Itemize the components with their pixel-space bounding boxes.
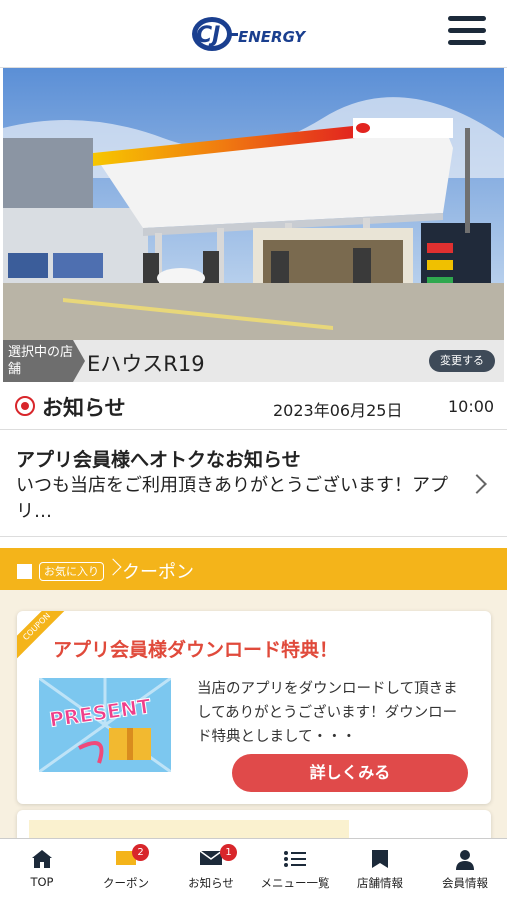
coupon-badge: 2 [132, 844, 149, 861]
store-name: EハウスR19 [87, 352, 205, 376]
tab-store-info[interactable]: 店舗情報 [338, 839, 422, 900]
coupon-description: 当店のアプリをダウンロードして頂きましてありがとうございます！ダウンロード特典と… [197, 681, 458, 745]
hamburger-menu-icon[interactable] [448, 16, 488, 52]
user-icon [456, 850, 474, 870]
present-image: PRESENT [39, 678, 171, 772]
svg-text:CJ: CJ [196, 23, 220, 48]
news-list-item[interactable]: アプリ会員様へオトクなお知らせ いつも当店をご利用頂きありがとうございます！アプ… [0, 431, 507, 537]
tab-member-info-label: 会員情報 [442, 876, 488, 890]
tab-news-label: お知らせ [188, 876, 234, 890]
store-photo [3, 68, 504, 340]
favorite-tag[interactable]: お気に入り [39, 562, 104, 581]
change-store-button[interactable]: 変更する [429, 350, 495, 372]
coupon-card[interactable]: COUPON アプリ会員様ダウンロード特典！ PRESENT 当店のアプリをダウ… [17, 611, 491, 804]
home-icon [32, 850, 52, 868]
tab-menu-list-label: メニュー一覧 [260, 876, 330, 890]
news-item-title: アプリ会員様へオトクなお知らせ [16, 449, 301, 471]
coupon-title: アプリ会員様ダウンロード特典！ [53, 639, 339, 661]
svg-text:ENERGY: ENERGY [238, 28, 307, 46]
coupon-section-label: クーポン [122, 562, 194, 583]
tab-news[interactable]: 1 お知らせ [169, 839, 253, 900]
news-time: 10:00 [448, 397, 495, 416]
app-header: CJ ENERGY [0, 0, 507, 68]
store-icon [372, 850, 388, 868]
tab-coupon-label: クーポン [103, 876, 149, 890]
tab-top-label: TOP [30, 875, 54, 889]
news-header: お知らせ 2023年06月25日 10:00 [0, 382, 507, 430]
checkbox-icon[interactable] [17, 564, 32, 579]
list-icon [284, 851, 306, 867]
tab-top[interactable]: TOP [0, 839, 84, 900]
tab-menu-list[interactable]: メニュー一覧 [253, 839, 337, 900]
chevron-right-icon [104, 558, 122, 576]
tab-store-info-label: 店舗情報 [357, 876, 403, 890]
view-details-button[interactable]: 詳しくみる [232, 754, 468, 792]
bottom-tab-bar: TOP 2 クーポン 1 お知らせ メニュー一覧 店舗情報 会員情報 [0, 838, 507, 900]
tab-coupon[interactable]: 2 クーポン [84, 839, 168, 900]
tab-member-info[interactable]: 会員情報 [423, 839, 507, 900]
news-target-icon [15, 396, 35, 416]
news-badge: 1 [220, 844, 237, 861]
selected-store-bar: 選択中の店舗 EハウスR19 変更する [3, 340, 504, 382]
coupon-section-bar: お気に入り クーポン [0, 548, 507, 590]
chevron-right-icon [467, 474, 487, 494]
news-item-body: いつも当店をご利用頂きありがとうございます！アプリ… [16, 475, 448, 522]
coupon-section: お気に入り クーポン COUPON アプリ会員様ダウンロード特典！ PRESEN… [0, 548, 507, 850]
cj-energy-logo[interactable]: CJ ENERGY [190, 14, 320, 54]
selected-store-tag: 選択中の店舗 [3, 340, 85, 382]
news-heading: お知らせ [42, 396, 126, 420]
news-date: 2023年06月25日 [273, 401, 403, 420]
